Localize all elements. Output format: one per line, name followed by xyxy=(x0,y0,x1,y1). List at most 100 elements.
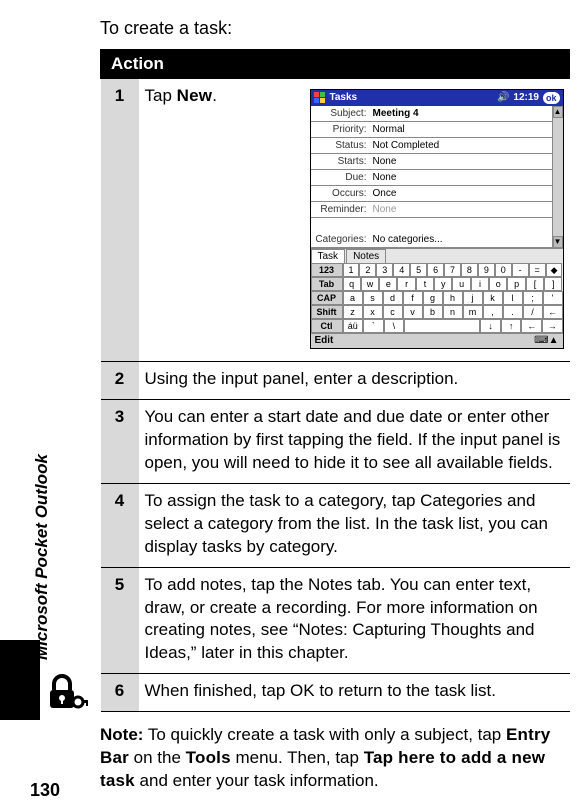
pda-scrollbar[interactable]: ▲ ▼ xyxy=(552,106,563,248)
step-number: 6 xyxy=(101,674,139,712)
kbd-key[interactable]: z xyxy=(343,305,363,319)
reminder-field[interactable]: None xyxy=(371,203,552,217)
kbd-key[interactable]: Ctl xyxy=(311,319,343,333)
kbd-key[interactable]: m xyxy=(463,305,483,319)
kbd-key[interactable]: 3 xyxy=(376,263,393,277)
pda-time: 12:19 xyxy=(513,91,539,105)
kbd-key[interactable]: ] xyxy=(544,277,562,291)
note-label: Note: xyxy=(100,725,143,744)
step-text: Using the input panel, enter a descripti… xyxy=(139,362,570,400)
kbd-key[interactable]: ' xyxy=(543,291,563,305)
scroll-down-icon[interactable]: ▼ xyxy=(553,236,563,248)
kbd-key[interactable] xyxy=(404,319,480,333)
kbd-key[interactable]: , xyxy=(483,305,503,319)
kbd-key[interactable]: d xyxy=(383,291,403,305)
kbd-key[interactable]: . xyxy=(503,305,523,319)
kbd-key[interactable]: v xyxy=(403,305,423,319)
kbd-key[interactable]: 4 xyxy=(393,263,410,277)
categories-field[interactable]: No categories... xyxy=(371,233,552,247)
kbd-key[interactable]: 8 xyxy=(461,263,478,277)
kbd-key[interactable]: Shift xyxy=(311,305,343,319)
kbd-key[interactable]: h xyxy=(443,291,463,305)
kbd-key[interactable]: 9 xyxy=(478,263,495,277)
kbd-key[interactable]: → xyxy=(542,319,563,333)
kbd-key[interactable]: q xyxy=(343,277,361,291)
action-table: Action 1 Tap New. xyxy=(100,49,570,712)
kbd-key[interactable]: j xyxy=(463,291,483,305)
kbd-key[interactable]: ← xyxy=(521,319,542,333)
kbd-key[interactable]: p xyxy=(507,277,525,291)
pda-keyboard[interactable]: 1231234567890-=◆ Tabqwertyuiop[] CAPasdf… xyxy=(311,263,563,333)
kbd-key[interactable]: g xyxy=(423,291,443,305)
kbd-key[interactable]: s xyxy=(363,291,383,305)
side-tab: Microsoft Pocket Outlook xyxy=(0,340,40,680)
kbd-key[interactable]: u xyxy=(452,277,470,291)
note-text: and enter your task information. xyxy=(135,771,379,790)
kbd-key[interactable]: [ xyxy=(526,277,544,291)
kbd-key[interactable]: o xyxy=(489,277,507,291)
kbd-key[interactable]: y xyxy=(434,277,452,291)
kbd-key[interactable]: 2 xyxy=(359,263,376,277)
kbd-key[interactable]: áü xyxy=(343,319,364,333)
step-1-text-a: Tap xyxy=(145,86,177,105)
kbd-key[interactable]: ↑ xyxy=(501,319,522,333)
sip-icon[interactable]: ⌨▲ xyxy=(534,334,558,348)
side-black-block xyxy=(0,640,40,720)
step-text: When finished, tap OK to return to the t… xyxy=(139,674,570,712)
subject-field[interactable]: Meeting 4 xyxy=(371,107,552,121)
pda-ok-button[interactable]: ok xyxy=(543,92,560,104)
kbd-key[interactable]: / xyxy=(523,305,543,319)
kbd-key[interactable]: Tab xyxy=(311,277,343,291)
status-field[interactable]: Not Completed xyxy=(371,139,552,153)
edit-menu[interactable]: Edit xyxy=(315,334,334,348)
kbd-key[interactable]: ` xyxy=(363,319,384,333)
field-label: Status: xyxy=(311,139,371,153)
kbd-key[interactable]: w xyxy=(361,277,379,291)
kbd-key[interactable]: b xyxy=(423,305,443,319)
kbd-key[interactable]: 0 xyxy=(495,263,512,277)
kbd-key[interactable]: 123 xyxy=(311,263,343,277)
field-label: Reminder: xyxy=(311,203,371,217)
due-field[interactable]: None xyxy=(371,171,552,185)
field-label: Starts: xyxy=(311,155,371,169)
kbd-key[interactable]: ← xyxy=(543,305,563,319)
kbd-key[interactable]: l xyxy=(503,291,523,305)
kbd-key[interactable]: 6 xyxy=(427,263,444,277)
ui-tools: Tools xyxy=(186,748,231,767)
pda-titlebar: Tasks 🔊 12:19 ok xyxy=(311,90,563,106)
kbd-key[interactable]: n xyxy=(443,305,463,319)
note-text: on the xyxy=(129,748,186,767)
kbd-key[interactable]: ; xyxy=(523,291,543,305)
starts-field[interactable]: None xyxy=(371,155,552,169)
kbd-key[interactable]: ↓ xyxy=(480,319,501,333)
kbd-key[interactable]: 5 xyxy=(410,263,427,277)
priority-field[interactable]: Normal xyxy=(371,123,552,137)
kbd-key[interactable]: \ xyxy=(384,319,405,333)
tab-task[interactable]: Task xyxy=(311,249,346,264)
kbd-key[interactable]: 1 xyxy=(343,263,360,277)
field-label: Categories: xyxy=(311,233,371,247)
kbd-key[interactable]: x xyxy=(363,305,383,319)
kbd-key[interactable]: f xyxy=(403,291,423,305)
kbd-key[interactable]: = xyxy=(529,263,546,277)
scroll-up-icon[interactable]: ▲ xyxy=(553,106,563,118)
kbd-key[interactable]: e xyxy=(379,277,397,291)
step-number: 3 xyxy=(101,399,139,483)
pda-bottombar: Edit ⌨▲ xyxy=(311,333,563,348)
kbd-key[interactable]: a xyxy=(343,291,363,305)
kbd-key[interactable]: i xyxy=(471,277,489,291)
kbd-key[interactable]: r xyxy=(397,277,415,291)
action-header: Action xyxy=(101,50,570,79)
kbd-key[interactable]: k xyxy=(483,291,503,305)
occurs-field[interactable]: Once xyxy=(371,187,552,201)
tab-notes[interactable]: Notes xyxy=(346,249,386,264)
kbd-key[interactable]: t xyxy=(416,277,434,291)
kbd-key[interactable]: c xyxy=(383,305,403,319)
kbd-key[interactable]: CAP xyxy=(311,291,343,305)
side-label: Microsoft Pocket Outlook xyxy=(32,454,52,660)
pda-screenshot: Tasks 🔊 12:19 ok xyxy=(310,89,564,349)
kbd-key[interactable]: 7 xyxy=(444,263,461,277)
pda-title: Tasks xyxy=(330,91,358,105)
kbd-key[interactable]: - xyxy=(512,263,529,277)
kbd-key[interactable]: ◆ xyxy=(546,263,563,277)
